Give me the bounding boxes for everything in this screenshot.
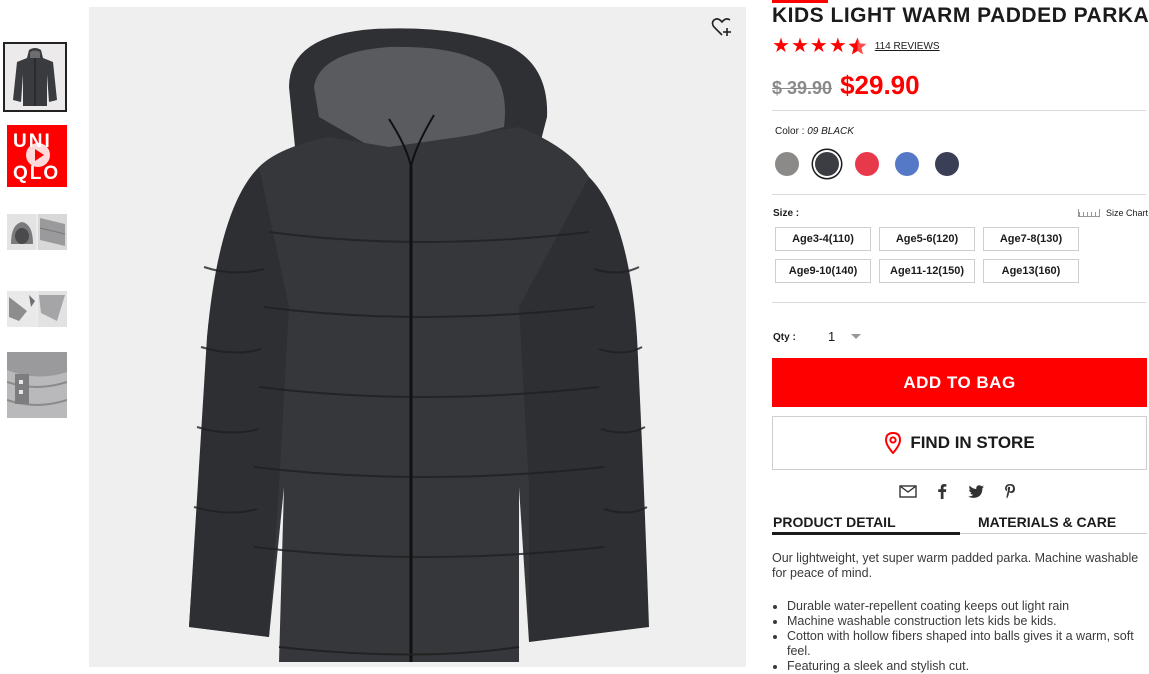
thumbnail-video[interactable]: UNI QLO (7, 125, 67, 187)
hood-detail-image (7, 214, 67, 250)
parka-image (189, 28, 649, 662)
wishlist-heart-icon[interactable] (710, 15, 734, 39)
rating-row: ★ ★ ★ ★ 114 REVIEWS (772, 36, 940, 56)
half-star-icon (848, 36, 867, 56)
swatch-black[interactable] (815, 152, 839, 176)
size-option[interactable]: Age5-6(120) (879, 227, 975, 251)
find-in-store-label: FIND IN STORE (910, 433, 1035, 452)
thumbnail-fabric-detail[interactable] (7, 291, 67, 327)
divider (772, 302, 1146, 303)
thumbnail-front[interactable] (3, 42, 67, 112)
size-chart-link[interactable]: Size Chart (1077, 208, 1148, 218)
pinterest-icon[interactable] (1000, 482, 1020, 500)
product-info-panel: KIDS LIGHT WARM PADDED PARKA ★ ★ ★ ★ 114… (772, 0, 1149, 673)
thumbnail-pocket-detail[interactable] (7, 352, 67, 418)
share-icons (898, 482, 1034, 500)
quantity-select[interactable]: 1 (822, 326, 870, 346)
color-value: 09 BLACK (807, 126, 854, 137)
star-icon: ★ (772, 35, 790, 57)
size-option[interactable]: Age3-4(110) (775, 227, 871, 251)
play-icon (26, 143, 50, 167)
size-chart-text: Size Chart (1105, 208, 1148, 218)
tab-product-detail[interactable]: PRODUCT DETAIL (773, 514, 896, 530)
feature-item: Durable water-repellent coating keeps ou… (787, 599, 1149, 614)
tab-materials-care[interactable]: MATERIALS & CARE (978, 514, 1116, 530)
size-options: Age3-4(110) Age5-6(120) Age7-8(130) Age9… (775, 227, 1079, 283)
swatch-blue[interactable] (895, 152, 919, 176)
size-option[interactable]: Age7-8(130) (983, 227, 1079, 251)
ruler-icon (1077, 209, 1100, 217)
product-title: KIDS LIGHT WARM PADDED PARKA (772, 4, 1149, 27)
star-icon: ★ (790, 35, 809, 57)
size-option[interactable]: Age11-12(150) (879, 259, 975, 283)
thumbnail-hood-detail[interactable] (7, 214, 67, 250)
product-description: Our lightweight, yet super warm padded p… (772, 551, 1139, 580)
divider (772, 110, 1146, 111)
thumbnail-strip: UNI QLO (0, 0, 80, 667)
divider (772, 194, 1146, 195)
color-label: Color : 09 BLACK (775, 126, 854, 137)
feature-list: Durable water-repellent coating keeps ou… (772, 599, 1149, 674)
pocket-detail-image (7, 352, 67, 418)
price-row: $ 39.90 $29.90 (772, 70, 920, 101)
quantity-label: Qty : (773, 332, 796, 343)
sale-price: $29.90 (840, 70, 920, 100)
main-product-image[interactable] (89, 7, 746, 667)
facebook-icon[interactable] (932, 482, 952, 500)
find-in-store-button[interactable]: FIND IN STORE (772, 416, 1147, 470)
star-icon: ★ (828, 35, 847, 57)
add-to-bag-button[interactable]: ADD TO BAG (772, 358, 1147, 407)
product-tabs: PRODUCT DETAIL MATERIALS & CARE (772, 514, 1147, 535)
feature-item: Machine washable construction lets kids … (787, 614, 1149, 629)
parka-thumbnail-image (13, 48, 57, 106)
fabric-detail-image (7, 291, 67, 327)
size-label: Size : (773, 208, 800, 219)
star-icon: ★ (809, 35, 828, 57)
color-swatches (775, 152, 975, 176)
color-label-text: Color : (775, 126, 805, 137)
twitter-icon[interactable] (966, 482, 986, 500)
star-rating: ★ ★ ★ ★ (772, 36, 867, 56)
swatch-navy[interactable] (935, 152, 959, 176)
size-option[interactable]: Age9-10(140) (775, 259, 871, 283)
sale-badge (772, 0, 828, 3)
size-option[interactable]: Age13(160) (983, 259, 1079, 283)
swatch-gray[interactable] (775, 152, 799, 176)
chevron-down-icon (851, 333, 862, 339)
original-price: $ 39.90 (772, 78, 833, 98)
tab-divider (960, 533, 1147, 534)
active-tab-indicator (772, 532, 960, 535)
reviews-link[interactable]: 114 REVIEWS (875, 41, 940, 52)
email-icon[interactable] (898, 482, 918, 500)
feature-item: Cotton with hollow fibers shaped into ba… (787, 629, 1149, 659)
location-pin-icon (885, 432, 902, 454)
quantity-value: 1 (828, 328, 836, 344)
swatch-red[interactable] (855, 152, 879, 176)
